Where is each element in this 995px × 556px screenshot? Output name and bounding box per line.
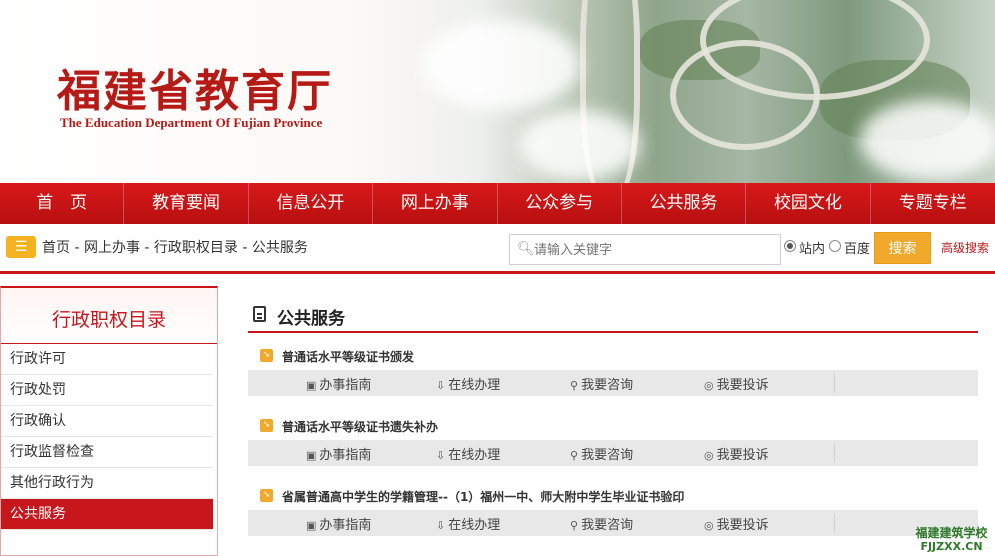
breadcrumb-separator: - bbox=[237, 240, 252, 256]
search-icon: 🔍︎ bbox=[517, 241, 535, 257]
watermark-cn: 福建建筑学校 bbox=[915, 526, 988, 540]
advanced-search-link[interactable]: 高级搜索 bbox=[941, 239, 989, 256]
guide-label: 办事指南 bbox=[319, 378, 372, 393]
guide-icon: ▣ bbox=[306, 379, 317, 392]
download-icon: ⇩ bbox=[436, 519, 446, 532]
nav-education-news[interactable]: 教育要闻 bbox=[124, 183, 249, 224]
guide-label: 办事指南 bbox=[319, 448, 372, 463]
banner-scenery bbox=[860, 100, 995, 180]
entry-action-bar: ▣ 办事指南 ⇩ 在线办理 ⚲ 我要咨询 ◎ 我要投诉 bbox=[248, 510, 978, 536]
online-label: 在线办理 bbox=[448, 518, 501, 533]
complain-link[interactable]: ◎ 我要投诉 bbox=[704, 374, 769, 393]
header-banner: 福建省教育厅 The Education Department Of Fujia… bbox=[0, 0, 995, 183]
breadcrumb: 首页 - 网上办事 - 行政职权目录 - 公共服务 bbox=[42, 237, 308, 257]
magnifier-icon: ⚲ bbox=[570, 379, 579, 392]
complain-label: 我要投诉 bbox=[716, 378, 769, 393]
sidebar-item-administrative-penalty[interactable]: 行政处罚 bbox=[1, 375, 213, 406]
sidebar-title: 行政职权目录 bbox=[1, 288, 217, 344]
sidebar-item-other-actions[interactable]: 其他行政行为 bbox=[1, 468, 213, 499]
sidebar-item-supervision-inspection[interactable]: 行政监督检查 bbox=[1, 437, 213, 468]
entry-action-bar: ▣ 办事指南 ⇩ 在线办理 ⚲ 我要咨询 ◎ 我要投诉 bbox=[248, 440, 978, 466]
search-button[interactable]: 搜索 bbox=[874, 232, 931, 264]
chat-icon: ◎ bbox=[704, 519, 714, 532]
sub-toolbar: ☰ 首页 - 网上办事 - 行政职权目录 - 公共服务 🔍︎ 站内 百度 搜索 … bbox=[0, 224, 995, 272]
arrow-right-icon: ➘ bbox=[260, 419, 273, 432]
section-header: 公共服务 bbox=[248, 300, 978, 333]
guide-label: 办事指南 bbox=[319, 518, 372, 533]
watermark-en: FJJZXX.CN bbox=[920, 540, 983, 553]
search-input[interactable] bbox=[534, 239, 774, 261]
sidebar: 行政职权目录 行政许可 行政处罚 行政确认 行政监督检查 其他行政行为 公共服务 bbox=[0, 286, 218, 556]
radio-baidu-label: 百度 bbox=[844, 242, 871, 257]
entry-action-bar: ▣ 办事指南 ⇩ 在线办理 ⚲ 我要咨询 ◎ 我要投诉 bbox=[248, 370, 978, 396]
breadcrumb-separator: - bbox=[139, 240, 154, 256]
sidebar-item-administrative-license[interactable]: 行政许可 bbox=[1, 344, 213, 375]
main-nav: 首 页 教育要闻 信息公开 网上办事 公众参与 公共服务 校园文化 专题专栏 bbox=[0, 183, 995, 224]
guide-link[interactable]: ▣ 办事指南 bbox=[306, 444, 371, 463]
nav-public-participation[interactable]: 公众参与 bbox=[498, 183, 622, 224]
consult-link[interactable]: ⚲ 我要咨询 bbox=[570, 514, 633, 533]
nav-public-services[interactable]: 公共服务 bbox=[622, 183, 747, 224]
arrow-right-icon: ➘ bbox=[260, 489, 273, 502]
action-divider bbox=[834, 513, 835, 533]
breadcrumb-public-services[interactable]: 公共服务 bbox=[252, 240, 308, 256]
online-label: 在线办理 bbox=[448, 378, 501, 393]
breadcrumb-online-services[interactable]: 网上办事 bbox=[84, 240, 140, 256]
site-logo-title[interactable]: 福建省教育厅 bbox=[57, 55, 333, 119]
arrow-right-icon: ➘ bbox=[260, 349, 273, 362]
breadcrumb-home[interactable]: 首页 bbox=[42, 240, 70, 256]
radio-site-label: 站内 bbox=[799, 242, 826, 257]
search-box: 🔍︎ bbox=[509, 234, 781, 265]
guide-link[interactable]: ▣ 办事指南 bbox=[306, 374, 371, 393]
online-apply-link[interactable]: ⇩ 在线办理 bbox=[436, 514, 500, 533]
magnifier-icon: ⚲ bbox=[570, 519, 579, 532]
online-apply-link[interactable]: ⇩ 在线办理 bbox=[436, 374, 500, 393]
banner-scenery bbox=[520, 110, 640, 180]
download-icon: ⇩ bbox=[436, 379, 446, 392]
watermark: 福建建筑学校 FJJZXX.CN bbox=[908, 526, 995, 553]
consult-label: 我要咨询 bbox=[581, 378, 634, 393]
breadcrumb-authority-catalog[interactable]: 行政职权目录 bbox=[154, 240, 238, 256]
divider bbox=[0, 271, 995, 274]
list-menu-icon: ☰ bbox=[6, 236, 36, 258]
nav-special-topics[interactable]: 专题专栏 bbox=[871, 183, 995, 224]
radio-baidu[interactable] bbox=[829, 240, 841, 252]
chat-icon: ◎ bbox=[704, 449, 714, 462]
banner-scenery bbox=[420, 20, 580, 110]
consult-label: 我要咨询 bbox=[581, 448, 634, 463]
action-divider bbox=[834, 443, 835, 463]
consult-link[interactable]: ⚲ 我要咨询 bbox=[570, 374, 633, 393]
complain-label: 我要投诉 bbox=[716, 448, 769, 463]
chat-icon: ◎ bbox=[704, 379, 714, 392]
complain-label: 我要投诉 bbox=[716, 518, 769, 533]
entry-title-link[interactable]: 普通话水平等级证书遗失补办 bbox=[282, 418, 438, 435]
nav-home[interactable]: 首 页 bbox=[0, 183, 125, 224]
breadcrumb-separator: - bbox=[70, 240, 84, 256]
nav-campus-culture[interactable]: 校园文化 bbox=[746, 183, 871, 224]
complain-link[interactable]: ◎ 我要投诉 bbox=[704, 514, 769, 533]
magnifier-icon: ⚲ bbox=[570, 449, 579, 462]
complain-link[interactable]: ◎ 我要投诉 bbox=[704, 444, 769, 463]
online-apply-link[interactable]: ⇩ 在线办理 bbox=[436, 444, 500, 463]
guide-link[interactable]: ▣ 办事指南 bbox=[306, 514, 371, 533]
entry-title-link[interactable]: 普通话水平等级证书颁发 bbox=[282, 348, 414, 365]
guide-icon: ▣ bbox=[306, 519, 317, 532]
page-title: 公共服务 bbox=[277, 309, 345, 329]
document-icon bbox=[253, 306, 266, 322]
sidebar-item-administrative-confirmation[interactable]: 行政确认 bbox=[1, 406, 213, 437]
consult-link[interactable]: ⚲ 我要咨询 bbox=[570, 444, 633, 463]
online-label: 在线办理 bbox=[448, 448, 501, 463]
nav-info-disclosure[interactable]: 信息公开 bbox=[249, 183, 374, 224]
guide-icon: ▣ bbox=[306, 449, 317, 462]
radio-site[interactable] bbox=[784, 240, 796, 252]
sidebar-item-public-services[interactable]: 公共服务 bbox=[1, 499, 213, 530]
site-logo-subtitle: The Education Department Of Fujian Provi… bbox=[60, 115, 323, 130]
nav-online-services[interactable]: 网上办事 bbox=[373, 183, 498, 224]
consult-label: 我要咨询 bbox=[581, 518, 634, 533]
action-divider bbox=[834, 373, 835, 393]
download-icon: ⇩ bbox=[436, 449, 446, 462]
entry-title-link[interactable]: 省属普通高中学生的学籍管理--（1）福州一中、师大附中学生毕业证书验印 bbox=[282, 488, 684, 505]
